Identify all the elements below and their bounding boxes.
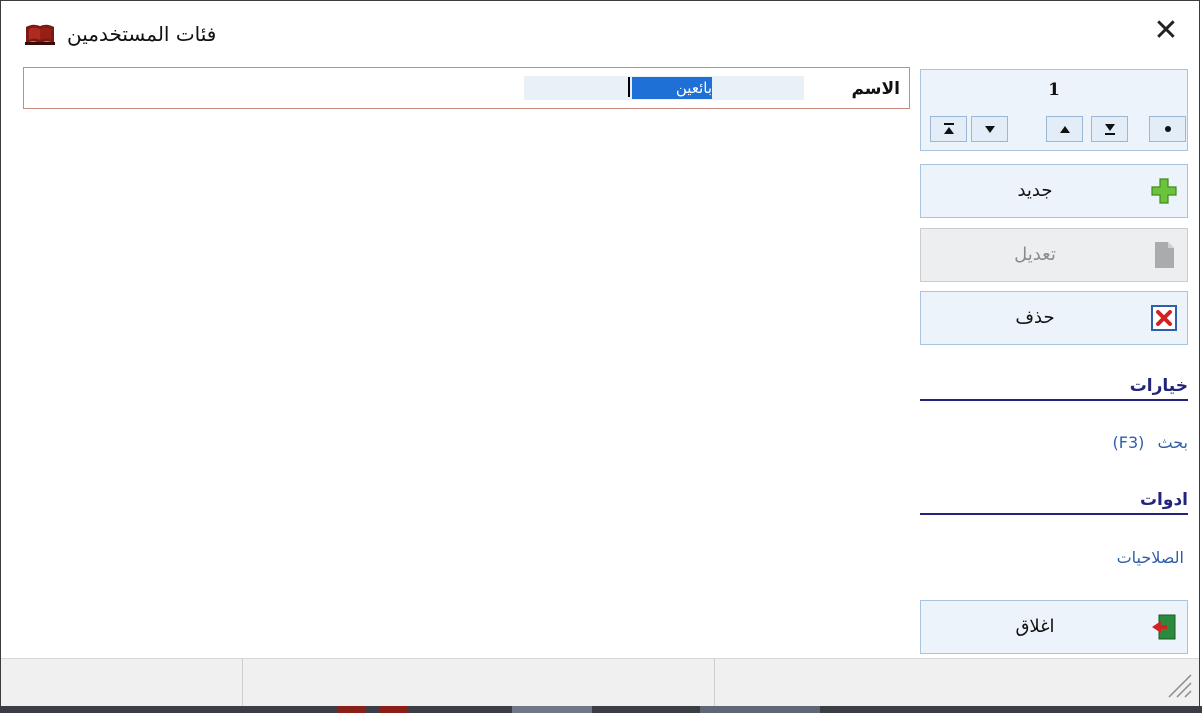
name-input-value[interactable]: بائعين: [632, 77, 712, 99]
status-bar: [1, 658, 1199, 706]
search-link[interactable]: بحث (F3): [1048, 431, 1188, 455]
search-label: بحث: [1157, 433, 1189, 452]
status-pane-1: [1, 659, 243, 706]
dot-icon: [1164, 126, 1171, 132]
last-icon: [1104, 124, 1115, 135]
close-button[interactable]: اغلاق: [920, 600, 1188, 654]
exit-door-icon: [1152, 614, 1176, 640]
tools-heading: ادوات: [920, 487, 1188, 515]
options-heading: خيارات: [920, 373, 1188, 401]
name-label: الاسم: [851, 79, 900, 99]
title-bar[interactable]: ✕ فئات المستخدمين: [1, 1, 1199, 63]
record-navigator: 1: [920, 69, 1188, 151]
document-icon: [1155, 242, 1174, 268]
permissions-link[interactable]: الصلاحيات: [1044, 546, 1184, 570]
search-shortcut: (F3): [1112, 433, 1145, 452]
up-icon: [1059, 126, 1070, 133]
record-number: 1: [1048, 80, 1060, 100]
nav-next-button[interactable]: [971, 116, 1008, 142]
taskbar-segment: [512, 706, 592, 713]
window-title: فئات المستخدمين: [67, 22, 217, 46]
delete-button-label: حذف: [1015, 307, 1055, 328]
nav-insert-button[interactable]: [1149, 116, 1186, 142]
resize-grip-icon[interactable]: [1163, 669, 1193, 699]
edit-button[interactable]: تعديل: [920, 228, 1188, 282]
down-icon: [984, 126, 995, 133]
nav-last-button[interactable]: [1091, 116, 1128, 142]
taskbar-segment: [700, 706, 820, 713]
status-pane-2: [243, 659, 715, 706]
edit-button-label: تعديل: [1014, 244, 1056, 265]
plus-icon: [1151, 178, 1177, 204]
name-field[interactable]: بائعين الاسم: [23, 67, 910, 109]
new-button[interactable]: جديد: [920, 164, 1188, 218]
users-categories-window: ✕ فئات المستخدمين بائعين الاسم 1 جديد تع…: [0, 0, 1200, 709]
nav-prev-button[interactable]: [1046, 116, 1083, 142]
text-caret: [628, 77, 630, 97]
taskbar-segment: [380, 706, 408, 713]
close-icon[interactable]: ✕: [1148, 13, 1184, 49]
app-book-icon: [25, 24, 55, 45]
new-button-label: جديد: [1017, 180, 1053, 201]
delete-icon: [1151, 305, 1177, 331]
taskbar-segment: [338, 706, 366, 713]
delete-button[interactable]: حذف: [920, 291, 1188, 345]
first-icon: [943, 123, 954, 134]
taskbar-edge: [0, 706, 1202, 713]
close-button-label: اغلاق: [1015, 616, 1055, 637]
nav-first-button[interactable]: [930, 116, 967, 142]
